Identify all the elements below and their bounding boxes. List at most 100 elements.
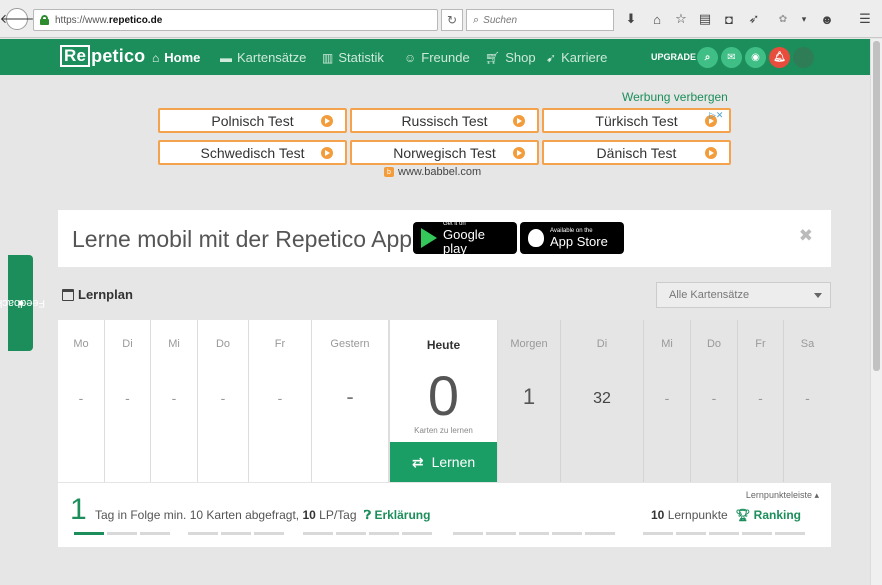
cards-due-count: 0 — [427, 364, 460, 427]
scrollbar-thumb[interactable] — [873, 41, 880, 371]
rocket-icon: ➹ — [546, 50, 557, 65]
day-cell: Mi - — [151, 320, 198, 482]
play-icon — [705, 147, 717, 159]
url-bar[interactable]: https://www.repetico.de — [33, 9, 438, 31]
progress-segment — [676, 532, 706, 535]
hide-ads-link[interactable]: Werbung verbergen — [622, 90, 728, 104]
streak-panel: 1 Tag in Folge min. 10 Karten abgefragt,… — [58, 482, 831, 547]
ranking-link[interactable]: 🏆︎ Ranking — [735, 508, 801, 522]
play-icon — [513, 147, 525, 159]
progress-segment — [585, 532, 615, 535]
bookmark-star-icon[interactable]: ☆ — [672, 10, 690, 28]
day-cell: Mi - — [644, 320, 691, 482]
nav-shop[interactable]: 🛒︎ Shop — [485, 50, 536, 65]
progress-segment — [221, 532, 251, 535]
nav-home[interactable]: ⌂ Home — [152, 50, 200, 65]
chat-bubble-icon[interactable]: ◉ — [745, 47, 766, 68]
google-play-button[interactable]: Get it on Google play — [413, 221, 517, 255]
progress-segment — [369, 532, 399, 535]
day-cell-gestern: Gestern - — [312, 320, 389, 482]
megaphone-icon[interactable]: ✉ — [721, 47, 742, 68]
url-text: https://www.repetico.de — [55, 14, 163, 26]
page-scrollbar[interactable] — [870, 39, 882, 585]
progress-segment — [140, 532, 170, 535]
close-icon[interactable]: ✖ — [799, 226, 813, 246]
day-cell: Mo - — [58, 320, 105, 482]
progress-segment — [453, 532, 483, 535]
progress-segment — [709, 532, 739, 535]
google-play-icon — [421, 228, 437, 248]
day-cell: Do - — [691, 320, 738, 482]
day-cell-morgen: Morgen 1 — [498, 320, 561, 482]
lernpunkteleiste-toggle[interactable]: Lernpunkteleiste ▴ — [746, 490, 819, 501]
adchoices-icon[interactable]: ▷✕ — [709, 110, 723, 121]
chart-icon: ▥ — [322, 50, 334, 65]
nav-freunde[interactable]: ☺ Freunde — [404, 50, 470, 65]
site-navbar: Re petico ⌂ Home ▬ Kartensätze ▥ Statistik ☺… — [0, 39, 870, 75]
ad-norwegisch[interactable]: Norwegisch Test — [350, 140, 539, 165]
progress-segment — [254, 532, 284, 535]
kartensatz-select[interactable]: Alle Kartensätze — [656, 282, 831, 308]
babbel-icon: b — [384, 167, 394, 177]
progress-segment — [402, 532, 432, 535]
ad-schwedisch[interactable]: Schwedisch Test — [158, 140, 347, 165]
reading-list-icon[interactable]: ▤ — [696, 10, 714, 28]
ad-polnisch[interactable]: Polnisch Test — [158, 108, 347, 133]
ad-daenisch[interactable]: Dänisch Test — [542, 140, 731, 165]
app-banner-text: Lerne mobil mit der Repetico App! — [72, 226, 419, 252]
nav-karriere[interactable]: ➹ Karriere — [546, 50, 607, 65]
calendar-icon — [62, 288, 74, 301]
search-icon[interactable]: ⌕ — [697, 47, 718, 68]
pocket-icon[interactable]: ◘ — [720, 10, 738, 28]
day-cell: Fr - — [738, 320, 784, 482]
app-store-button[interactable]: Available on the App Store — [520, 222, 624, 254]
progress-segment — [486, 532, 516, 535]
lernplan-title: Lernplan — [62, 287, 133, 302]
menu-icon[interactable]: ☰ — [856, 10, 874, 28]
streak-count: 1 — [70, 493, 87, 526]
dropdown-icon[interactable]: ▾ — [795, 10, 813, 28]
ad-source[interactable]: b www.babbel.com — [384, 166, 481, 178]
repetico-logo[interactable]: Re petico — [60, 45, 145, 67]
apple-icon — [528, 229, 544, 247]
day-cell: Do - — [198, 320, 249, 482]
home-icon[interactable]: ⌂ — [648, 10, 666, 28]
play-icon — [513, 115, 525, 127]
lernpunkte-summary: 10 Lernpunkte 🏆︎ Ranking — [650, 508, 801, 522]
progress-segment — [188, 532, 218, 535]
browser-toolbar: 🡐 https://www.repetico.de ↻ ⌕ Suchen ⬇ ⌂… — [0, 0, 882, 38]
streak-text: Tag in Folge min. 10 Karten abgefragt, 1… — [95, 508, 431, 522]
trophy-icon: 🏆︎ — [735, 508, 751, 522]
avatar[interactable] — [793, 47, 814, 68]
back-arrow-icon[interactable]: 🡐 — [0, 8, 34, 30]
lock-icon — [40, 15, 49, 25]
lernen-button[interactable]: ⇄ Lernen — [390, 442, 497, 482]
feedback-tab[interactable]: ● Feedback — [0, 255, 45, 351]
progress-segment — [74, 532, 104, 535]
nav-statistik[interactable]: ▥ Statistik — [322, 50, 384, 65]
nav-kartensaetze[interactable]: ▬ Kartensätze — [220, 50, 306, 65]
progress-segment — [742, 532, 772, 535]
reload-icon[interactable]: ↻ — [441, 9, 463, 31]
erklaerung-link[interactable]: ❓︎ Erklärung — [364, 508, 431, 522]
home-icon: ⌂ — [152, 50, 160, 65]
extension-icon[interactable]: ✿ — [774, 10, 792, 28]
lernplan-calendar: Mo - Di - Mi - Do - Fr - Gestern - Heute 0 Kar… — [58, 320, 831, 482]
chat-icon[interactable]: ☻ — [818, 10, 836, 28]
ad-tuerkisch[interactable]: Türkisch Test — [542, 108, 731, 133]
question-icon: ❓︎ — [363, 508, 372, 522]
search-input[interactable]: ⌕ Suchen — [466, 9, 614, 31]
download-icon[interactable]: ⬇ — [622, 10, 640, 28]
progress-segment — [303, 532, 333, 535]
progress-segment — [519, 532, 549, 535]
notification-bell-icon[interactable]: 🔔︎ — [769, 47, 790, 68]
upgrade-link[interactable]: UPGRADE — [651, 52, 696, 62]
search-icon: ⌕ — [473, 13, 480, 26]
day-cell-heute: Heute 0 Karten zu lernen ⇄ Lernen — [389, 320, 498, 482]
chevron-down-icon — [814, 293, 822, 298]
ad-russisch[interactable]: Russisch Test — [350, 108, 539, 133]
cards-icon: ▬ — [220, 50, 232, 65]
friends-icon: ☺ — [404, 50, 417, 65]
send-icon[interactable]: ➶ — [745, 10, 763, 28]
progress-segment — [552, 532, 582, 535]
